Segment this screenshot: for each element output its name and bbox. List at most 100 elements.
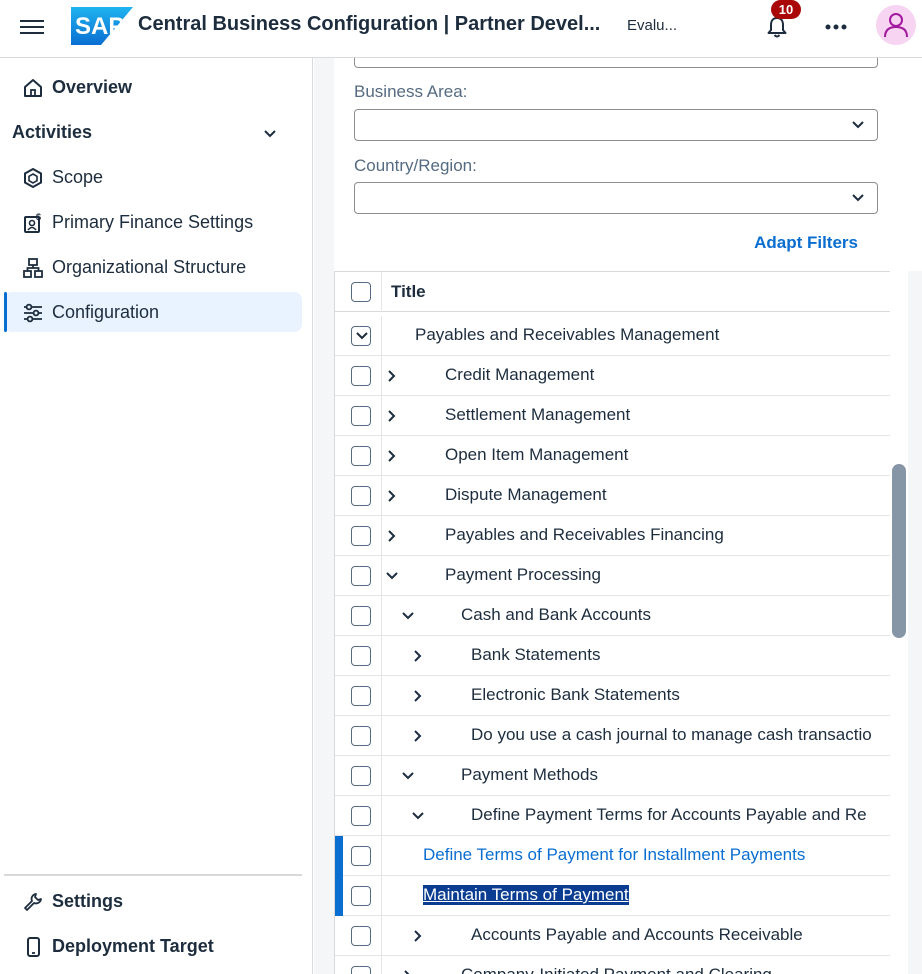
chevron-right-icon[interactable] bbox=[385, 409, 399, 423]
side-navigation: Overview Activities Scope $ Primary Fina… bbox=[0, 58, 313, 974]
hamburger-menu-icon[interactable] bbox=[18, 16, 46, 40]
column-divider bbox=[381, 556, 382, 596]
table-header: Title bbox=[335, 272, 907, 312]
row-checkbox[interactable] bbox=[351, 806, 371, 826]
row-checkbox[interactable] bbox=[351, 966, 371, 974]
chevron-down-icon[interactable] bbox=[355, 329, 369, 343]
row-checkbox[interactable] bbox=[351, 366, 371, 386]
row-title: Define Payment Terms for Accounts Payabl… bbox=[471, 805, 867, 824]
nav-item-label: Primary Finance Settings bbox=[52, 212, 254, 232]
row-checkbox[interactable] bbox=[351, 606, 371, 626]
row-checkbox[interactable] bbox=[351, 846, 371, 866]
row-link[interactable]: Define Terms of Payment for Installment … bbox=[423, 845, 805, 865]
chevron-right-icon[interactable] bbox=[385, 449, 399, 463]
row-title: Bank Statements bbox=[471, 645, 601, 664]
row-title: Company-Initiated Payment and Clearing bbox=[461, 965, 772, 974]
nav-settings-label: Settings bbox=[52, 891, 124, 911]
column-divider bbox=[381, 476, 382, 516]
nav-overview[interactable]: Overview bbox=[4, 67, 302, 107]
table-row[interactable]: Bank Statements bbox=[335, 636, 891, 676]
business-area-select[interactable] bbox=[354, 109, 878, 141]
sidebar-divider bbox=[4, 874, 302, 876]
nav-item-label: Configuration bbox=[52, 302, 160, 322]
chevron-down-icon[interactable] bbox=[401, 769, 415, 783]
column-divider bbox=[381, 916, 382, 956]
row-link[interactable]: Maintain Terms of Payment bbox=[422, 884, 630, 906]
chevron-right-icon[interactable] bbox=[411, 649, 425, 663]
table-row[interactable]: Payables and Receivables Management bbox=[335, 316, 891, 356]
user-avatar[interactable] bbox=[876, 5, 916, 45]
chevron-down-icon bbox=[852, 194, 864, 202]
table-row[interactable]: Dispute Management bbox=[335, 476, 891, 516]
nav-group-activities[interactable]: Activities bbox=[12, 122, 92, 143]
row-checkbox[interactable] bbox=[351, 686, 371, 706]
app-title: Central Business Configuration | Partner… bbox=[138, 13, 601, 35]
person-icon bbox=[884, 13, 908, 38]
table-row[interactable]: Electronic Bank Statements bbox=[335, 676, 891, 716]
row-title: Credit Management bbox=[445, 365, 595, 384]
select-all-checkbox[interactable] bbox=[351, 282, 371, 302]
nav-item-primary-finance-settings[interactable]: $ Primary Finance Settings bbox=[4, 202, 302, 242]
chevron-down-icon[interactable] bbox=[385, 569, 399, 583]
chevron-right-icon[interactable] bbox=[411, 929, 425, 943]
nav-item-organizational-structure[interactable]: Organizational Structure bbox=[4, 247, 302, 287]
adapt-filters-button[interactable]: Adapt Filters bbox=[754, 233, 858, 253]
chevron-right-icon[interactable] bbox=[385, 489, 399, 503]
column-divider bbox=[381, 396, 382, 436]
main-content: Business Area: Country/Region: Adapt Fil… bbox=[314, 58, 922, 974]
nav-item-configuration[interactable]: Configuration bbox=[4, 292, 302, 332]
chevron-down-icon bbox=[852, 121, 864, 129]
chevron-right-icon[interactable] bbox=[385, 529, 399, 543]
table-row[interactable]: Define Terms of Payment for Installment … bbox=[335, 836, 891, 876]
chevron-down-icon[interactable] bbox=[401, 609, 415, 623]
previous-filter-field[interactable] bbox=[354, 58, 878, 68]
column-divider bbox=[381, 356, 382, 396]
column-divider bbox=[381, 436, 382, 476]
nav-deployment-target[interactable]: Deployment Target bbox=[4, 926, 302, 966]
table-row[interactable]: Company-Initiated Payment and Clearing bbox=[335, 956, 891, 974]
nav-overview-label: Overview bbox=[52, 77, 133, 97]
column-divider bbox=[381, 796, 382, 836]
notification-count-badge: 10 bbox=[771, 0, 801, 19]
chevron-right-icon[interactable] bbox=[401, 969, 415, 974]
more-options-icon[interactable] bbox=[823, 14, 849, 40]
row-checkbox[interactable] bbox=[351, 526, 371, 546]
row-checkbox[interactable] bbox=[351, 926, 371, 946]
country-region-select[interactable] bbox=[354, 182, 878, 214]
chevron-down-icon[interactable] bbox=[262, 128, 278, 140]
scrollbar-thumb[interactable] bbox=[892, 464, 906, 638]
sap-logo[interactable]: SAP bbox=[71, 7, 133, 45]
row-checkbox[interactable] bbox=[351, 726, 371, 746]
table-row[interactable]: Payment Methods bbox=[335, 756, 891, 796]
row-checkbox[interactable] bbox=[351, 446, 371, 466]
table-row[interactable]: Define Payment Terms for Accounts Payabl… bbox=[335, 796, 891, 836]
table-row[interactable]: Do you use a cash journal to manage cash… bbox=[335, 716, 891, 756]
chevron-down-icon[interactable] bbox=[411, 809, 425, 823]
nav-item-scope[interactable]: Scope bbox=[4, 157, 302, 197]
chevron-right-icon[interactable] bbox=[385, 369, 399, 383]
table-row[interactable]: Cash and Bank Accounts bbox=[335, 596, 891, 636]
table-row[interactable]: Credit Management bbox=[335, 356, 891, 396]
column-header-title[interactable]: Title bbox=[391, 282, 426, 302]
row-checkbox[interactable] bbox=[351, 766, 371, 786]
row-checkbox[interactable] bbox=[351, 566, 371, 586]
nav-item-label: Organizational Structure bbox=[52, 257, 247, 277]
table-row[interactable]: Maintain Terms of Payment bbox=[335, 876, 891, 916]
row-checkbox[interactable] bbox=[351, 406, 371, 426]
table-row[interactable]: Open Item Management bbox=[335, 436, 891, 476]
chevron-right-icon[interactable] bbox=[411, 689, 425, 703]
table-row[interactable]: Accounts Payable and Accounts Receivable bbox=[335, 916, 891, 956]
chevron-right-icon[interactable] bbox=[411, 729, 425, 743]
row-checkbox[interactable] bbox=[351, 886, 371, 906]
table-row[interactable]: Payables and Receivables Financing bbox=[335, 516, 891, 556]
table-row[interactable]: Payment Processing bbox=[335, 556, 891, 596]
device-icon bbox=[27, 937, 40, 957]
row-title: Payables and Receivables Financing bbox=[445, 525, 724, 544]
system-label[interactable]: Evalu... bbox=[627, 17, 677, 34]
nav-settings[interactable]: Settings bbox=[4, 881, 302, 921]
nav-deployment-target-label: Deployment Target bbox=[52, 936, 214, 956]
table-row[interactable]: Settlement Management bbox=[335, 396, 891, 436]
row-checkbox[interactable] bbox=[351, 486, 371, 506]
row-checkbox[interactable] bbox=[351, 646, 371, 666]
row-title: Payment Methods bbox=[461, 765, 599, 784]
